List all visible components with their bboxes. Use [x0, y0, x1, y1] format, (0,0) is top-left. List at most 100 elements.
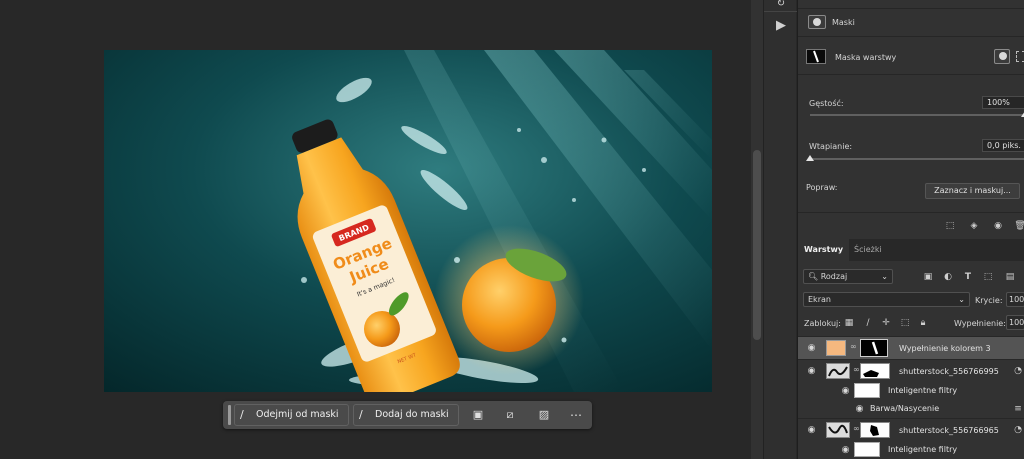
feather-slider-track[interactable]	[810, 158, 1024, 160]
visibility-toggle-icon[interactable]: ◉	[992, 220, 1004, 232]
layer-mask-thumbnail[interactable]	[806, 49, 826, 64]
layer-name[interactable]: shutterstock_556766995	[899, 367, 999, 376]
splash-thumbnail	[828, 366, 848, 377]
divider	[798, 212, 1024, 213]
mask-shape	[871, 341, 879, 355]
document-image[interactable]: BRAND Orange Juice It's a magic! NET WT	[104, 50, 712, 392]
eye-icon[interactable]: ◉	[806, 366, 817, 376]
search-icon: 🔍︎	[808, 272, 819, 281]
select-and-mask-button[interactable]: Zaznacz i maskuj...	[925, 183, 1020, 199]
smart-filters-row[interactable]: ◉ Inteligentne filtry	[798, 441, 1024, 459]
layer-mask-thumbnail[interactable]	[860, 422, 890, 438]
task-bar-grip[interactable]	[228, 405, 231, 425]
blend-mode-select[interactable]: Ekran ⌄	[803, 292, 970, 307]
filter-pixel-icon[interactable]: ▣	[922, 271, 934, 283]
lock-position-icon[interactable]: ✛	[880, 317, 892, 329]
divider	[798, 8, 1024, 9]
subtract-from-mask-button[interactable]: ∕ Odejmij od maski	[234, 404, 349, 426]
link-icon[interactable]: ∞	[853, 364, 860, 376]
splash-thumbnail	[828, 424, 848, 434]
eye-icon[interactable]: ◉	[854, 404, 865, 414]
add-to-mask-button[interactable]: ∕ Dodaj do maski	[353, 404, 459, 426]
photoshop-window: BRAND Orange Juice It's a magic! NET WT	[0, 0, 1024, 459]
layer-row-shutterstock-556766995[interactable]: ◉ ∞ shutterstock_556766995 ◔	[798, 359, 1024, 382]
filter-smart-object-icon[interactable]: ▤	[1004, 271, 1016, 283]
layer-mask-thumbnail[interactable]	[860, 363, 890, 379]
refine-label: Popraw:	[806, 183, 838, 192]
layer-filter-select[interactable]: 🔍︎ Rodzaj ⌄	[803, 269, 893, 284]
disable-mask-icon[interactable]: ⧄	[501, 406, 519, 424]
lock-all-icon[interactable]: 🔒︎	[917, 317, 929, 329]
more-options-icon[interactable]: ⋯	[567, 406, 585, 424]
history-icon[interactable]: ↻	[772, 0, 790, 12]
divider	[798, 74, 1024, 75]
collapsed-panels-strip: ↻ ▶	[763, 0, 797, 459]
mask-shape	[863, 370, 879, 377]
layers-panel-tabs: Warstwy Ścieżki	[798, 239, 1024, 261]
layer-thumbnail[interactable]	[826, 422, 850, 438]
opacity-input[interactable]: 100%	[1006, 292, 1024, 307]
mask-shape	[870, 425, 879, 436]
layer-row-fill-color-3[interactable]: ◉ ∞ Wypełnienie kolorem 3	[798, 336, 1024, 359]
smart-filters-label[interactable]: Inteligentne filtry	[888, 386, 957, 395]
document-canvas-area[interactable]: BRAND Orange Juice It's a magic! NET WT	[0, 0, 750, 459]
tab-paths[interactable]: Ścieżki	[848, 239, 888, 261]
filter-adjustment-icon[interactable]: ◐	[942, 271, 954, 283]
feather-slider-knob[interactable]	[806, 155, 814, 161]
layer-row-shutterstock-556766965[interactable]: ◉ ∞ shutterstock_556766965 ◔	[798, 418, 1024, 441]
layer-name[interactable]: Wypełnienie kolorem 3	[899, 344, 991, 353]
layer-name[interactable]: shutterstock_556766965	[899, 426, 999, 435]
eye-icon[interactable]: ◉	[806, 343, 817, 353]
smart-filter-indicator-icon: ◔	[1014, 366, 1022, 376]
fill-input[interactable]: 100%	[1006, 315, 1024, 330]
load-selection-icon[interactable]: ⬚	[944, 220, 956, 232]
link-icon[interactable]: ∞	[850, 341, 857, 353]
add-pixel-mask-icon[interactable]	[994, 49, 1010, 64]
eye-icon[interactable]: ◉	[806, 425, 817, 435]
smart-filters-row[interactable]: ◉ Inteligentne filtry	[798, 382, 1024, 400]
filter-type-icon[interactable]: T	[962, 271, 974, 283]
fill-label: Wypełnienie:	[954, 319, 1006, 328]
right-panel-dock: Maski Maska warstwy Gęstość: 100% Wtapia…	[797, 0, 1024, 459]
delete-mask-icon[interactable]: 🗑	[1014, 220, 1024, 232]
apply-mask-icon[interactable]: ▨	[535, 406, 553, 424]
mask-properties-icon[interactable]: ▣	[469, 406, 487, 424]
scrollbar-thumb[interactable]	[753, 150, 761, 340]
layers-panel: Warstwy Ścieżki 🔍︎ Rodzaj ⌄ ▣ ◐ T ⬚ ▤ Ek…	[798, 239, 1024, 459]
apply-mask-footer-icon[interactable]: ◈	[968, 220, 980, 232]
density-slider-track[interactable]	[810, 114, 1024, 116]
lock-artboard-icon[interactable]: ⬚	[899, 317, 911, 329]
smart-filter-mask-thumbnail[interactable]	[854, 383, 880, 398]
filter-row-hue-saturation[interactable]: ◉ Barwa/Nasycenie ≡	[798, 400, 1024, 418]
smart-filter-indicator-icon: ◔	[1014, 425, 1022, 435]
divider	[798, 36, 1024, 37]
opacity-label: Krycie:	[975, 296, 1003, 305]
filter-options-icon[interactable]: ≡	[1012, 403, 1024, 415]
smart-filters-label[interactable]: Inteligentne filtry	[888, 445, 957, 454]
feather-input[interactable]: 0,0 piks.	[982, 139, 1024, 152]
fill-color-swatch[interactable]	[826, 340, 846, 356]
lock-transparent-icon[interactable]: ▦	[843, 317, 855, 329]
brush-plus-icon: ∕	[359, 408, 363, 421]
smart-filter-mask-thumbnail[interactable]	[854, 442, 880, 457]
layer-thumbnail[interactable]	[826, 363, 850, 379]
mask-thumbnail-shape	[813, 50, 819, 63]
mask-section-icon	[808, 15, 826, 29]
vector-mask-icon[interactable]	[1016, 51, 1024, 62]
density-input[interactable]: 100%	[982, 96, 1024, 109]
brush-minus-icon: ∕	[240, 408, 244, 421]
feather-label: Wtapianie:	[809, 142, 853, 151]
layer-mask-label: Maska warstwy	[835, 53, 897, 62]
properties-panel: Maski Maska warstwy Gęstość: 100% Wtapia…	[798, 0, 1024, 238]
play-action-icon[interactable]: ▶	[772, 18, 790, 34]
filter-name[interactable]: Barwa/Nasycenie	[870, 404, 939, 413]
lock-image-icon[interactable]: ∕	[862, 317, 874, 329]
eye-icon[interactable]: ◉	[840, 386, 851, 396]
eye-icon[interactable]: ◉	[840, 445, 851, 455]
layer-mask-thumbnail-fill[interactable]	[860, 339, 888, 357]
tab-layers[interactable]: Warstwy	[798, 239, 850, 261]
link-icon[interactable]: ∞	[853, 423, 860, 435]
masks-section-title: Maski	[832, 18, 855, 27]
canvas-vertical-scrollbar[interactable]	[751, 0, 763, 459]
filter-shape-icon[interactable]: ⬚	[982, 271, 994, 283]
